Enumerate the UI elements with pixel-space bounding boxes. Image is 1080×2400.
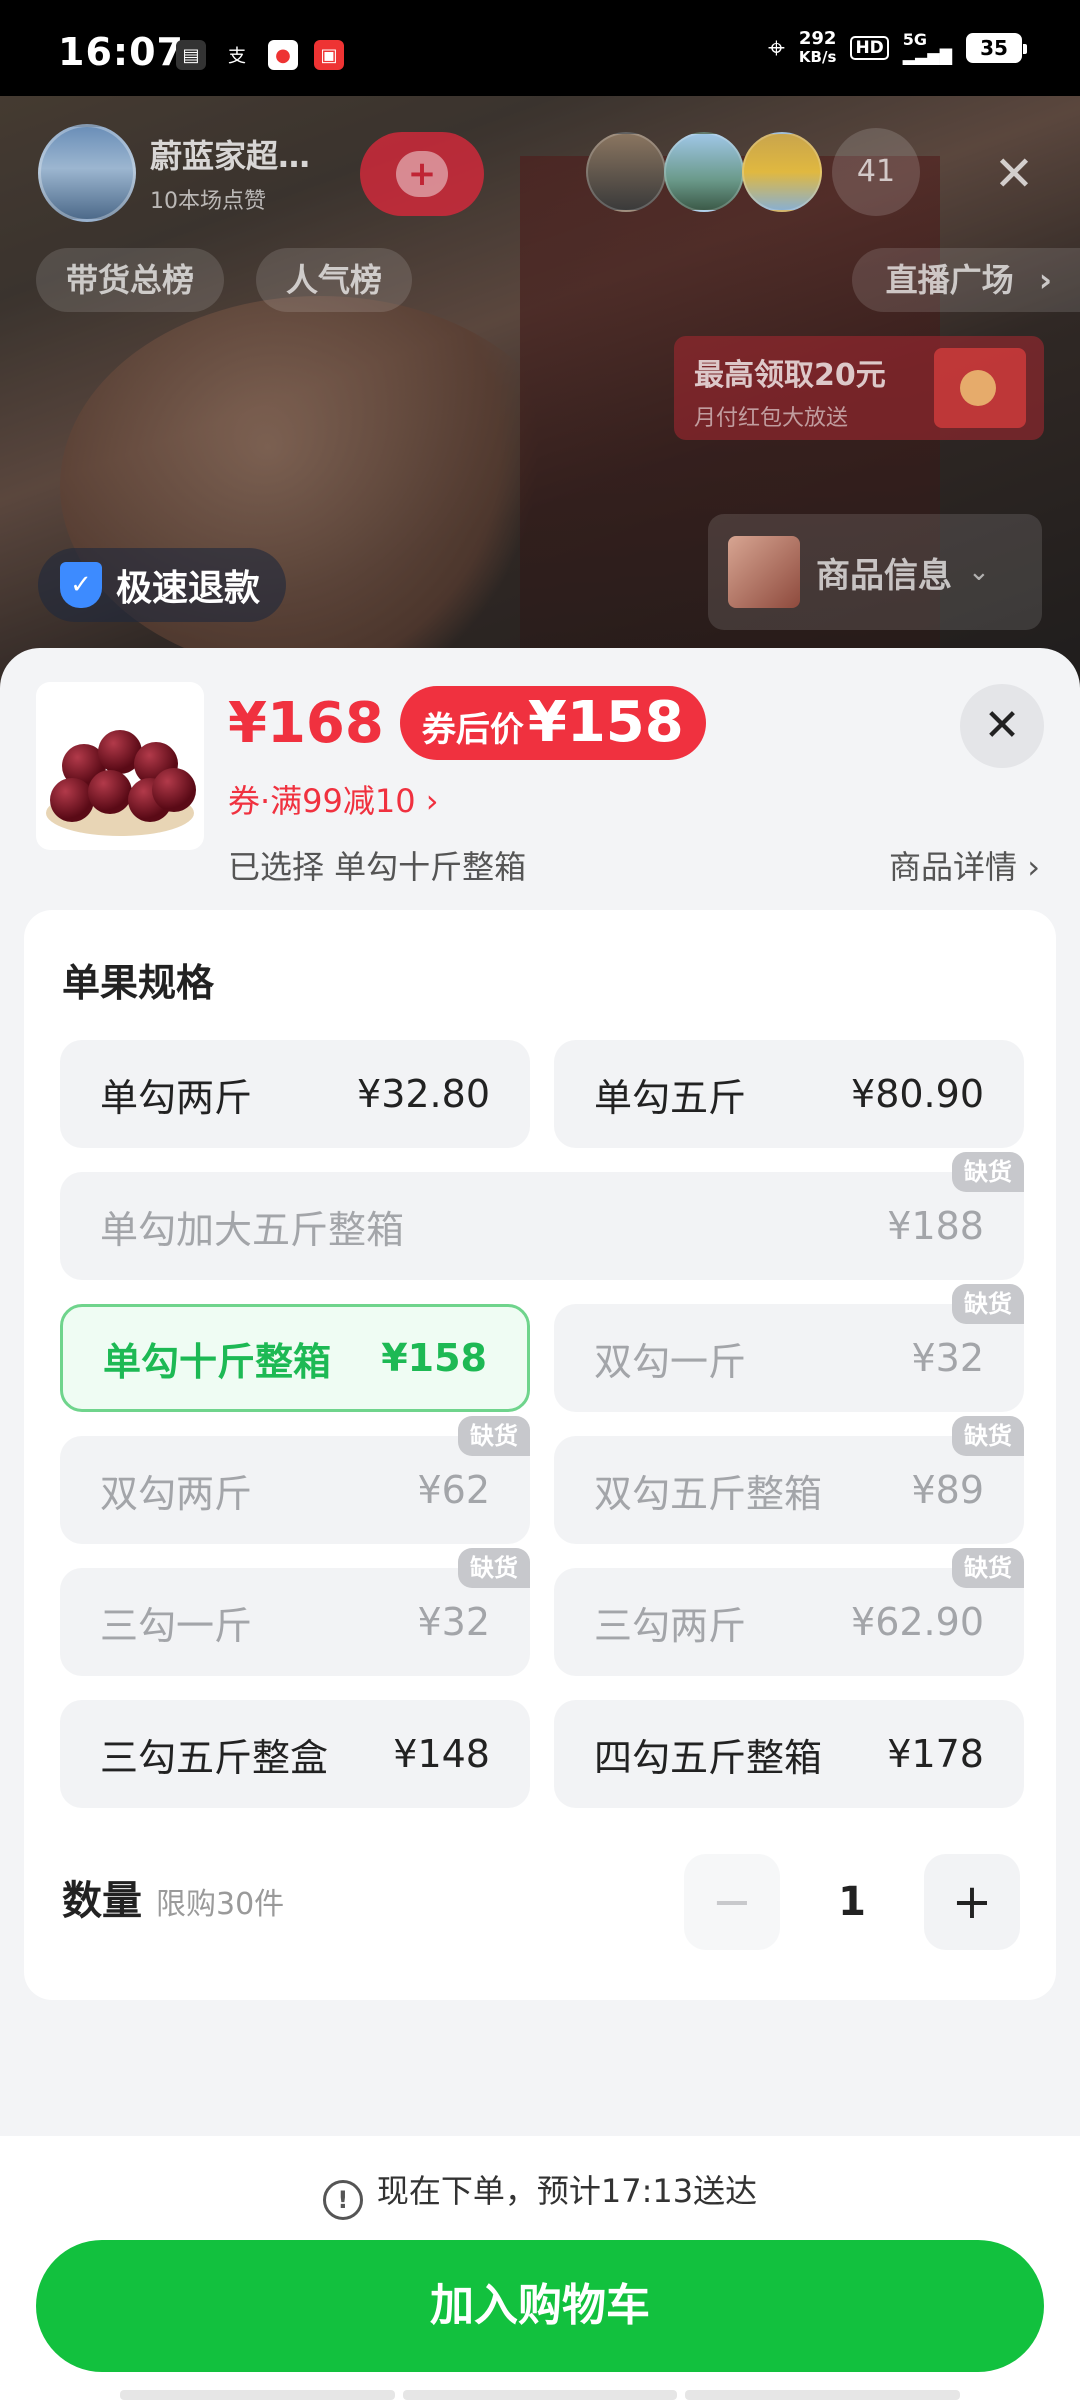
product-image[interactable] xyxy=(36,682,204,850)
close-sheet-button[interactable]: ✕ xyxy=(960,684,1044,768)
follow-button[interactable]: + xyxy=(360,132,484,216)
spec-option[interactable]: 单勾五斤 ¥80.90 xyxy=(554,1040,1024,1148)
shield-check-icon: ✓ xyxy=(60,562,102,608)
coupon-link[interactable]: 券·满99减10 › xyxy=(228,776,439,822)
product-detail-link[interactable]: 商品详情 › xyxy=(889,842,1040,888)
out-of-stock-badge: 缺货 xyxy=(458,1548,530,1588)
host-avatar[interactable] xyxy=(38,124,136,222)
notification-icons: ▤ 支 ● ▣ xyxy=(176,40,344,70)
quantity-stepper[interactable]: − 1 + xyxy=(684,1854,1020,1950)
sales-rank-chip[interactable]: 带货总榜 xyxy=(36,248,225,312)
coupon-price-badge: 券后价 ¥158 xyxy=(399,686,706,760)
fast-refund-badge: ✓ 极速退款 xyxy=(38,548,287,622)
spec-option[interactable]: 单勾加大五斤整箱 ¥188 缺货 xyxy=(60,1152,1024,1280)
info-icon: ! xyxy=(322,2180,363,2220)
out-of-stock-badge: 缺货 xyxy=(952,1284,1024,1324)
out-of-stock-badge: 缺货 xyxy=(952,1152,1024,1192)
promo-banner[interactable]: 最高领取20元 月付红包大放送 xyxy=(674,336,1044,440)
quantity-value: 1 xyxy=(838,1879,866,1925)
live-stream-view: 蔚蓝家超… 10本场点赞 + 41 ✕ 带货总榜 人气榜 直播广场 › 最高领取… xyxy=(0,96,1080,716)
chevron-right-icon: › xyxy=(1038,261,1052,299)
shopping-app-icon: ▣ xyxy=(314,40,344,70)
viewer-avatar[interactable] xyxy=(586,132,666,212)
decrease-button[interactable]: − xyxy=(684,1854,780,1950)
quantity-label: 数量 限购30件 xyxy=(62,1878,285,1924)
product-summary: ¥168 券后价 ¥158 券·满99减10 › 已选择 单勾十斤整箱 商品详情… xyxy=(0,648,1080,910)
viewer-avatar[interactable] xyxy=(664,132,744,212)
out-of-stock-badge: 缺货 xyxy=(952,1416,1024,1456)
map-app-icon: ● xyxy=(268,40,298,70)
chevron-down-icon: ⌄ xyxy=(968,557,990,587)
host-name: 蔚蓝家超… xyxy=(150,137,311,175)
popularity-rank-chip[interactable]: 人气榜 xyxy=(256,248,413,312)
heart-plus-icon: + xyxy=(396,151,448,197)
out-of-stock-badge: 缺货 xyxy=(952,1548,1024,1588)
spec-option-selected[interactable]: 单勾十斤整箱 ¥158 xyxy=(60,1304,530,1412)
delivery-eta: ! 现在下单，预计17:13送达 xyxy=(0,2166,1080,2220)
network-speed: 292 KB/s xyxy=(798,28,837,67)
spec-title: 单果规格 xyxy=(62,961,215,1005)
news-app-icon: ▤ xyxy=(176,40,206,70)
live-plaza-link[interactable]: 直播广场 › xyxy=(851,248,1080,312)
spec-option[interactable]: 双勾一斤 ¥32 缺货 xyxy=(554,1284,1024,1412)
out-of-stock-badge: 缺货 xyxy=(458,1416,530,1456)
viewer-list[interactable]: 41 xyxy=(586,128,920,216)
spec-option[interactable]: 四勾五斤整箱 ¥178 xyxy=(554,1700,1024,1808)
product-thumbnail xyxy=(728,536,800,608)
increase-button[interactable]: + xyxy=(924,1854,1020,1950)
current-price: ¥168 xyxy=(228,690,384,756)
location-icon: ⌖ xyxy=(767,30,785,66)
spec-option[interactable]: 双勾两斤 ¥62 缺货 xyxy=(60,1416,530,1544)
viewer-avatar[interactable] xyxy=(742,132,822,212)
spec-option[interactable]: 三勾一斤 ¥32 缺货 xyxy=(60,1548,530,1676)
spec-option[interactable]: 三勾两斤 ¥62.90 缺货 xyxy=(554,1548,1024,1676)
add-to-cart-button[interactable]: 加入购物车 xyxy=(36,2240,1044,2372)
clock: 16:07 xyxy=(58,30,184,74)
purchase-limit: 限购30件 xyxy=(156,1887,285,1922)
close-icon[interactable]: ✕ xyxy=(984,144,1044,204)
product-info-toggle[interactable]: 商品信息 ⌄ xyxy=(708,514,1042,630)
spec-card: 单果规格 单勾两斤 ¥32.80 单勾五斤 ¥80.90 单勾加大五斤整箱 ¥188 … xyxy=(24,910,1056,2000)
spec-option[interactable]: 三勾五斤整盒 ¥148 xyxy=(60,1700,530,1808)
host-info[interactable]: 蔚蓝家超… 10本场点赞 xyxy=(38,124,310,222)
battery-icon: 35 xyxy=(966,33,1027,63)
tab-strip xyxy=(120,2390,961,2400)
spec-option[interactable]: 单勾两斤 ¥32.80 xyxy=(60,1040,530,1148)
host-likes: 10本场点赞 xyxy=(150,189,266,214)
footer: ! 现在下单，预计17:13送达 加入购物车 xyxy=(0,2136,1080,2400)
selected-spec: 已选择 单勾十斤整箱 xyxy=(228,848,527,886)
sku-selection-sheet: ¥168 券后价 ¥158 券·满99减10 › 已选择 单勾十斤整箱 商品详情… xyxy=(0,648,1080,2400)
red-envelope-icon xyxy=(934,348,1026,428)
signal-icon: 5G ▂▃▅▇ xyxy=(902,30,952,65)
hd-badge: HD xyxy=(850,36,889,60)
spec-option[interactable]: 双勾五斤整箱 ¥89 缺货 xyxy=(554,1416,1024,1544)
status-bar: 16:07 ▤ 支 ● ▣ ⌖ 292 KB/s HD 5G ▂▃▅▇ 35 xyxy=(0,0,1080,96)
alipay-icon: 支 xyxy=(228,46,246,67)
viewer-count[interactable]: 41 xyxy=(832,128,920,216)
